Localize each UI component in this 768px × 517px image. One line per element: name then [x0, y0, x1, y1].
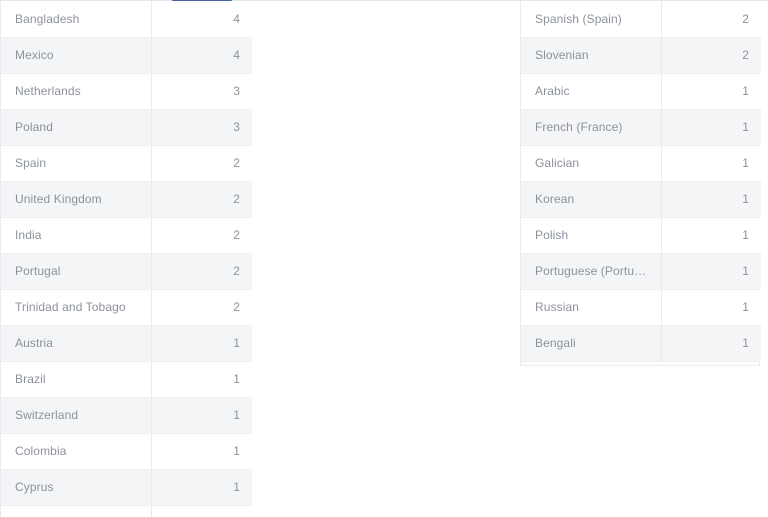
country-value: 2	[151, 217, 252, 254]
table-row-clipped[interactable]	[1, 505, 252, 517]
country-label: Poland	[1, 109, 152, 146]
country-value: 1	[151, 433, 252, 470]
language-value: 1	[661, 289, 761, 326]
country-value: 3	[151, 73, 252, 110]
country-value: 4	[151, 37, 252, 74]
table-row[interactable]: Portugal 2	[1, 253, 252, 290]
table-row[interactable]: Portuguese (Portugal) 1	[521, 253, 761, 290]
language-value: 1	[661, 109, 761, 146]
country-label: Trinidad and Tobago	[1, 289, 152, 326]
table-row[interactable]: Austria 1	[1, 325, 252, 362]
table-row[interactable]: Colombia 1	[1, 433, 252, 470]
language-value: 1	[661, 325, 761, 362]
country-label: Portugal	[1, 253, 152, 290]
language-label: Korean	[521, 181, 662, 218]
table-row[interactable]: Spain 2	[1, 145, 252, 182]
countries-table: Bangladesh 4 Mexico 4 Netherlands 3 Poland 3 Spa…	[1, 1, 252, 517]
country-label: Colombia	[1, 433, 152, 470]
country-label: Bangladesh	[1, 1, 152, 38]
country-value: 1	[151, 325, 252, 362]
language-label: Arabic	[521, 73, 662, 110]
country-value: 4	[151, 1, 252, 38]
country-label: Austria	[1, 325, 152, 362]
table-row[interactable]: Galician 1	[521, 145, 761, 182]
table-row[interactable]: Spanish (Spain) 2	[521, 1, 761, 38]
table-row[interactable]: Brazil 1	[1, 361, 252, 398]
country-value: 1	[151, 469, 252, 506]
language-value: 1	[661, 253, 761, 290]
table-row[interactable]: Mexico 4	[1, 37, 252, 74]
languages-table-body: Spanish (Spain) 2 Slovenian 2 Arabic 1 French …	[521, 1, 761, 362]
languages-table-panel: Spanish (Spain) 2 Slovenian 2 Arabic 1 French …	[520, 1, 761, 366]
table-row[interactable]: Netherlands 3	[1, 73, 252, 110]
language-label: Slovenian	[521, 37, 662, 74]
languages-table: Spanish (Spain) 2 Slovenian 2 Arabic 1 French …	[521, 1, 761, 362]
table-row[interactable]: Slovenian 2	[521, 37, 761, 74]
country-label	[1, 505, 152, 517]
language-label: Galician	[521, 145, 662, 182]
country-label: United Kingdom	[1, 181, 152, 218]
table-row[interactable]: Switzerland 1	[1, 397, 252, 434]
language-value: 2	[661, 37, 761, 74]
table-row[interactable]: French (France) 1	[521, 109, 761, 146]
table-row[interactable]: Bangladesh 4	[1, 1, 252, 38]
table-row[interactable]: India 2	[1, 217, 252, 254]
country-value: 2	[151, 253, 252, 290]
table-row[interactable]: United Kingdom 2	[1, 181, 252, 218]
country-label: Switzerland	[1, 397, 152, 434]
country-value: 1	[151, 397, 252, 434]
table-row[interactable]: Russian 1	[521, 289, 761, 326]
country-value: 1	[151, 361, 252, 398]
table-row[interactable]: Cyprus 1	[1, 469, 252, 506]
language-value: 1	[661, 145, 761, 182]
table-row[interactable]: Bengali 1	[521, 325, 761, 362]
language-value: 2	[661, 1, 761, 38]
country-label: Cyprus	[1, 469, 152, 506]
table-row[interactable]: Arabic 1	[521, 73, 761, 110]
country-value: 2	[151, 145, 252, 182]
country-value: 3	[151, 109, 252, 146]
table-row[interactable]: Korean 1	[521, 181, 761, 218]
language-label: Spanish (Spain)	[521, 1, 662, 38]
country-label: India	[1, 217, 152, 254]
table-row[interactable]: Polish 1	[521, 217, 761, 254]
country-label: Brazil	[1, 361, 152, 398]
language-value: 1	[661, 73, 761, 110]
table-row[interactable]: Poland 3	[1, 109, 252, 146]
language-label: Russian	[521, 289, 662, 326]
language-label: Bengali	[521, 325, 662, 362]
table-row[interactable]: Trinidad and Tobago 2	[1, 289, 252, 326]
country-value	[151, 505, 252, 517]
language-value: 1	[661, 217, 761, 254]
language-value: 1	[661, 181, 761, 218]
country-label: Mexico	[1, 37, 152, 74]
country-label: Spain	[1, 145, 152, 182]
language-label: Polish	[521, 217, 662, 254]
language-label: French (France)	[521, 109, 662, 146]
countries-table-body: Bangladesh 4 Mexico 4 Netherlands 3 Poland 3 Spa…	[1, 1, 252, 517]
country-label: Netherlands	[1, 73, 152, 110]
country-value: 2	[151, 181, 252, 218]
country-value: 2	[151, 289, 252, 326]
countries-table-panel: Bangladesh 4 Mexico 4 Netherlands 3 Poland 3 Spa…	[0, 1, 252, 517]
page-root: Bangladesh 4 Mexico 4 Netherlands 3 Poland 3 Spa…	[0, 0, 768, 517]
language-label: Portuguese (Portugal)	[521, 253, 662, 290]
